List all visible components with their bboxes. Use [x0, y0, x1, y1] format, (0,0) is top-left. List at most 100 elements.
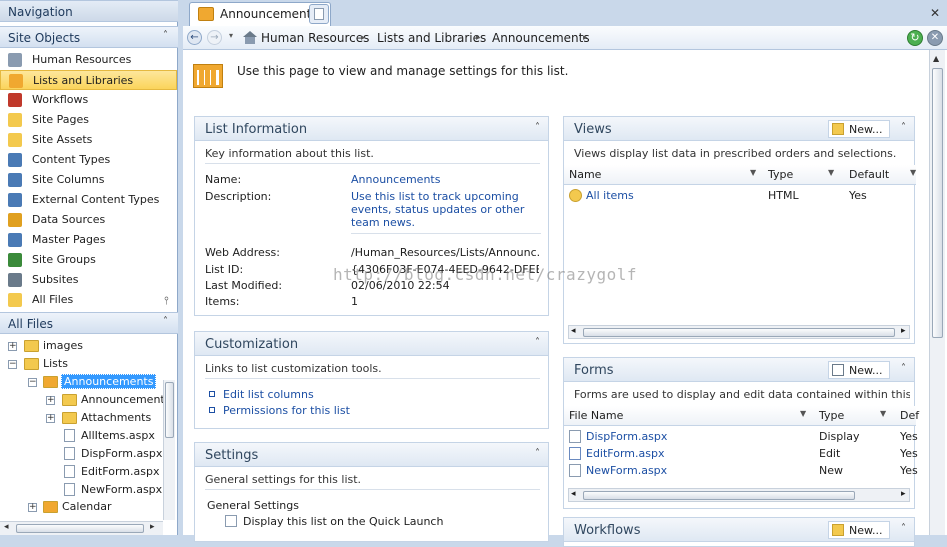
column-type[interactable]: Type — [768, 168, 793, 181]
scroll-thumb[interactable] — [16, 524, 144, 533]
tree-node-attachments[interactable]: Attachments — [81, 411, 151, 424]
tree-node-images[interactable]: images — [43, 339, 83, 352]
permissions-link[interactable]: Permissions for this list — [223, 404, 350, 417]
refresh-icon[interactable]: ↻ — [907, 30, 923, 46]
tree-node-calendar[interactable]: Calendar — [62, 500, 111, 513]
sidebar-item-site-columns[interactable]: Site Columns — [0, 170, 177, 190]
edit-list-columns-link[interactable]: Edit list columns — [223, 388, 314, 401]
column-type[interactable]: Type — [819, 409, 844, 422]
views-horizontal-scrollbar[interactable]: ◂ ▸ — [568, 325, 910, 339]
list-information-header[interactable]: List Information ˄ — [195, 117, 548, 141]
back-button[interactable]: ← — [187, 30, 202, 45]
scroll-thumb[interactable] — [583, 491, 855, 500]
quick-launch-checkbox[interactable] — [225, 515, 237, 527]
expand-icon[interactable]: + — [46, 414, 55, 423]
form-name[interactable]: DispForm.aspx — [586, 430, 667, 443]
all-files-header[interactable]: All Files ˄ — [0, 312, 178, 334]
scroll-left-icon[interactable]: ◂ — [4, 522, 9, 532]
tree-node-allitems[interactable]: AllItems.aspx — [81, 429, 155, 442]
scroll-right-icon[interactable]: ▸ — [901, 326, 906, 336]
sidebar-item-human-resources[interactable]: Human Resources — [0, 50, 177, 70]
sidebar-item-site-groups[interactable]: Site Groups — [0, 250, 177, 270]
forms-horizontal-scrollbar[interactable]: ◂ ▸ — [568, 488, 910, 502]
scroll-up-icon[interactable]: ▲ — [933, 54, 939, 63]
sidebar-item-site-assets[interactable]: Site Assets — [0, 130, 177, 150]
main-vertical-scrollbar[interactable]: ▲ — [929, 50, 945, 535]
sidebar-item-external-content-types[interactable]: External Content Types — [0, 190, 177, 210]
close-icon[interactable]: ✕ — [930, 6, 940, 20]
description-value[interactable]: Use this list to track upcoming events, … — [351, 190, 531, 229]
scroll-right-icon[interactable]: ▸ — [901, 489, 906, 499]
sidebar-item-lists-and-libraries[interactable]: Lists and Libraries — [0, 70, 177, 90]
expand-icon[interactable]: + — [28, 503, 37, 512]
sort-icon[interactable]: ▼ — [828, 168, 834, 177]
sidebar-item-site-pages[interactable]: Site Pages — [0, 110, 177, 130]
chevron-up-icon[interactable]: ˄ — [901, 523, 906, 534]
form-name[interactable]: NewForm.aspx — [586, 464, 667, 477]
tree-vertical-scrollbar[interactable] — [163, 380, 175, 520]
expand-icon[interactable]: + — [8, 342, 17, 351]
column-name[interactable]: Name — [569, 168, 601, 181]
chevron-up-icon[interactable]: ˄ — [535, 122, 540, 133]
chevron-up-icon[interactable]: ˄ — [163, 316, 168, 327]
table-row[interactable]: All items HTML Yes — [564, 187, 916, 205]
sort-icon[interactable]: ▼ — [800, 409, 806, 418]
sidebar-item-all-files[interactable]: All Files — [0, 290, 177, 310]
breadcrumb-separator-icon[interactable]: ▸ — [583, 33, 588, 43]
chevron-up-icon[interactable]: ˄ — [901, 122, 906, 133]
tree-node-newform[interactable]: NewForm.aspx — [81, 483, 162, 496]
forward-button[interactable]: → — [207, 30, 222, 45]
table-row[interactable]: NewForm.aspx New Yes — [564, 462, 918, 479]
tree-node-lists[interactable]: Lists — [43, 357, 68, 370]
column-default[interactable]: Default — [849, 168, 889, 181]
collapse-icon[interactable]: − — [8, 360, 17, 369]
scroll-left-icon[interactable]: ◂ — [571, 489, 576, 499]
customization-header[interactable]: Customization ˄ — [195, 332, 548, 356]
sort-icon[interactable]: ▼ — [880, 409, 886, 418]
tree-node-announcement[interactable]: Announcement — [81, 393, 165, 406]
site-objects-header[interactable]: Site Objects ˄ — [0, 26, 178, 48]
chevron-up-icon[interactable]: ˄ — [535, 337, 540, 348]
column-default[interactable]: Def — [900, 409, 919, 422]
breadcrumb-lists[interactable]: Lists and Libraries — [377, 31, 486, 45]
settings-header[interactable]: Settings ˄ — [195, 443, 548, 467]
tree-horizontal-scrollbar[interactable]: ◂ ▸ — [0, 521, 163, 535]
sidebar-item-workflows[interactable]: Workflows — [0, 90, 177, 110]
sidebar-item-subsites[interactable]: Subsites — [0, 270, 177, 290]
breadcrumb-separator-icon[interactable]: ▸ — [476, 33, 481, 43]
table-row[interactable]: EditForm.aspx Edit Yes — [564, 445, 918, 462]
new-tab-button[interactable] — [309, 4, 329, 24]
breadcrumb-site[interactable]: Human Resources — [261, 31, 369, 45]
view-name[interactable]: All items — [586, 189, 634, 202]
new-workflow-button[interactable]: New... — [828, 521, 890, 539]
form-name[interactable]: EditForm.aspx — [586, 447, 664, 460]
new-view-button[interactable]: New... — [828, 120, 890, 138]
sidebar-item-master-pages[interactable]: Master Pages — [0, 230, 177, 250]
chevron-up-icon[interactable]: ˄ — [535, 448, 540, 459]
sort-icon[interactable]: ▼ — [750, 168, 756, 177]
pin-icon[interactable]: ⫯ — [164, 294, 169, 308]
name-value[interactable]: Announcements — [351, 173, 440, 186]
sidebar-item-data-sources[interactable]: Data Sources — [0, 210, 177, 230]
scroll-right-icon[interactable]: ▸ — [150, 522, 155, 532]
chevron-up-icon[interactable]: ˄ — [901, 363, 906, 374]
scroll-left-icon[interactable]: ◂ — [571, 326, 576, 336]
tree-node-announcements[interactable]: Announcements — [61, 374, 157, 389]
new-form-button[interactable]: New... — [828, 361, 890, 379]
stop-icon[interactable]: ✕ — [927, 30, 943, 46]
breadcrumb-current[interactable]: Announcements — [492, 31, 590, 45]
collapse-icon[interactable]: − — [28, 378, 37, 387]
sidebar-item-content-types[interactable]: Content Types — [0, 150, 177, 170]
column-file-name[interactable]: File Name — [569, 409, 623, 422]
history-dropdown-icon[interactable]: ▾ — [229, 31, 233, 40]
table-row[interactable]: DispForm.aspx Display Yes — [564, 428, 918, 445]
sort-icon[interactable]: ▼ — [910, 168, 916, 177]
tree-node-dispform[interactable]: DispForm.aspx — [81, 447, 162, 460]
breadcrumb-separator-icon[interactable]: ▸ — [361, 33, 366, 43]
scroll-thumb[interactable] — [165, 382, 174, 438]
scroll-thumb[interactable] — [932, 68, 943, 338]
tree-node-editform[interactable]: EditForm.aspx — [81, 465, 159, 478]
chevron-up-icon[interactable]: ˄ — [163, 30, 168, 41]
expand-icon[interactable]: + — [46, 396, 55, 405]
scroll-thumb[interactable] — [583, 328, 895, 337]
